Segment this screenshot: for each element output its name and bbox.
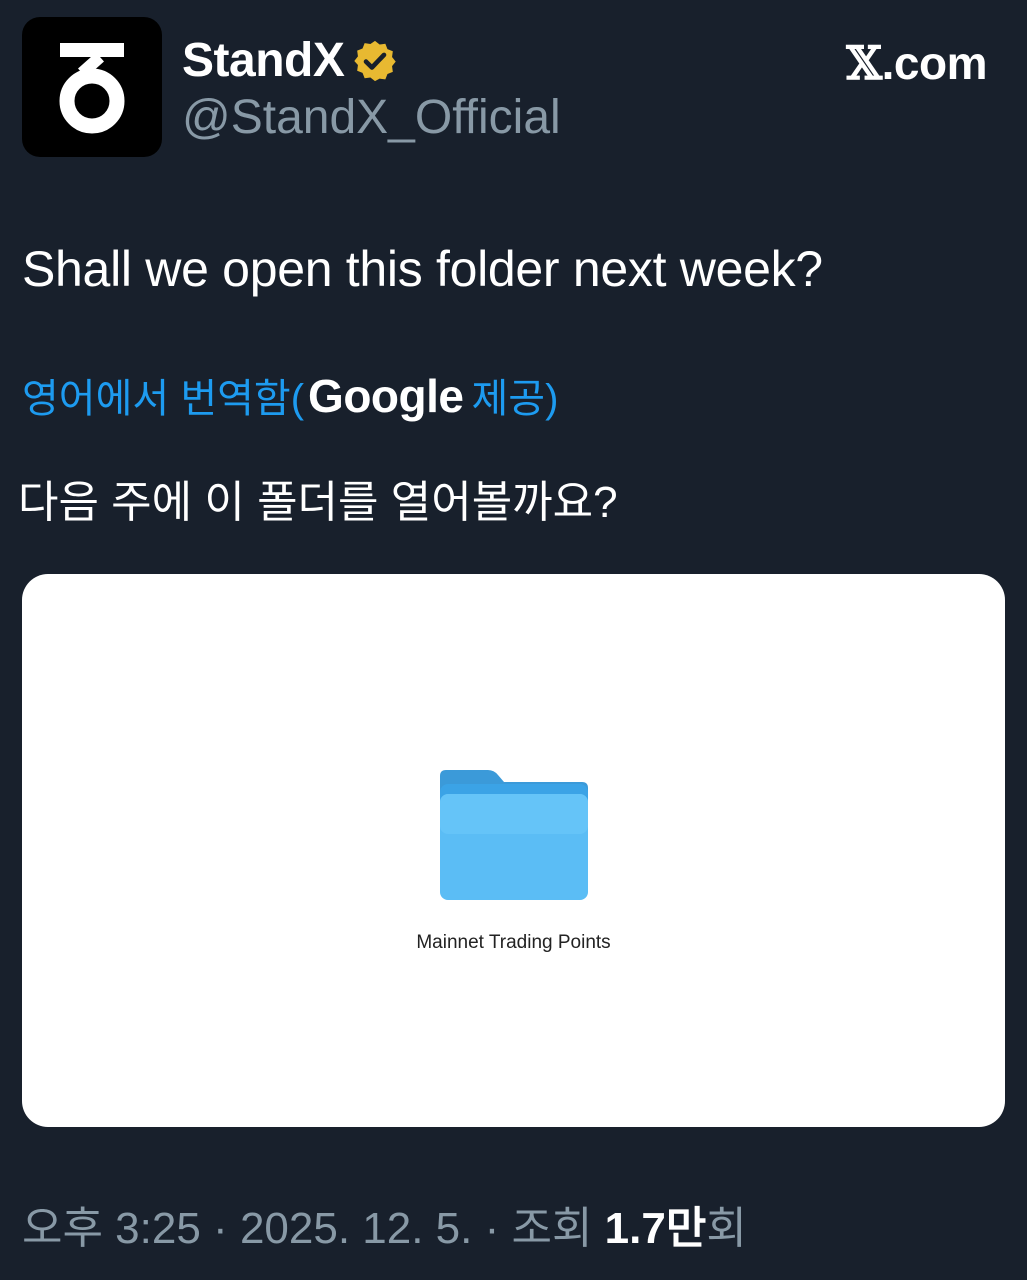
standx-logo-icon [59,43,125,134]
brand-label: .com [881,37,988,89]
tweet-time[interactable]: 오후 3:25 [22,1192,201,1256]
translation-attribution[interactable]: 영어에서 번역함( Google 제공) [22,366,558,424]
google-logo: Google [308,370,464,422]
avatar[interactable] [22,17,162,157]
author-name[interactable]: StandX [182,33,398,88]
meta-separator: · [472,1204,512,1253]
views-count: 1.7만 [604,1204,707,1253]
tweet-meta: 오후 3:25 · 2025. 12. 5. · 조회 1.7만 회 [22,1192,747,1256]
tweet-date[interactable]: 2025. 12. 5. [240,1204,472,1254]
tweet-text: Shall we open this folder next week? [22,241,823,297]
views-label: 조회 [511,1204,605,1253]
views-suffix: 회 [706,1204,747,1253]
meta-separator: · [200,1204,240,1253]
translated-text: 다음 주에 이 폴더를 열어볼까요? [18,478,618,527]
x-logo-icon: 𝕏 [846,36,882,90]
translation-prefix: 영어에서 번역함( [22,377,305,421]
media-card[interactable]: Mainnet Trading Points [22,574,1005,1127]
x-brand: 𝕏 .com [846,36,987,90]
folder-label: Mainnet Trading Points [416,932,611,953]
translation-suffix: 제공) [471,377,559,421]
author-name-text: StandX [182,34,345,87]
folder-icon [438,770,590,907]
verified-badge-icon [352,38,398,84]
author-handle[interactable]: @StandX_Official [182,90,561,145]
